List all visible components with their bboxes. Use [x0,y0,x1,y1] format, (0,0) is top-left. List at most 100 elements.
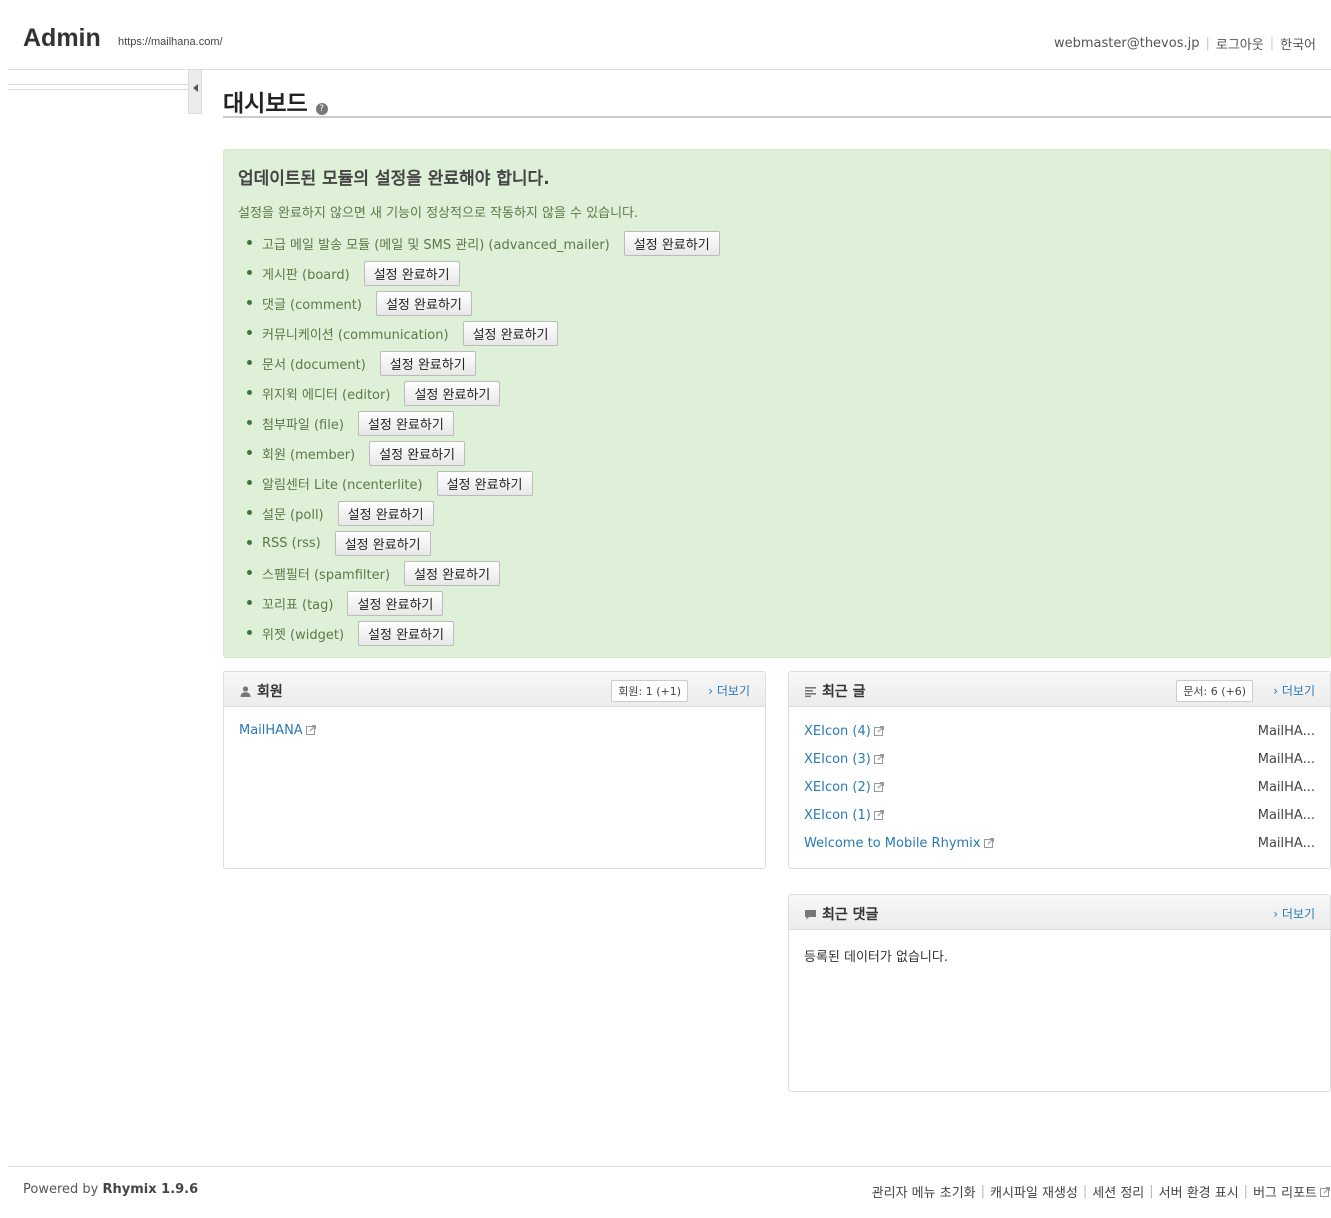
list-item: XEIcon (1) MailHA... [789,801,1330,829]
divider: | [1082,1184,1088,1199]
complete-setup-button[interactable]: 설정 완료하기 [358,620,454,646]
divider: | [1269,36,1275,51]
members-more-link[interactable]: 더보기 [708,682,750,699]
complete-setup-button[interactable]: 설정 완료하기 [375,290,472,316]
collapse-arrow-icon [192,83,198,92]
complete-setup-button[interactable]: 설정 완료하기 [462,320,559,346]
recent-posts-widget-title: 최근 글 [805,681,866,701]
post-author: MailHA... [1257,723,1315,739]
module-name: 커뮤니케이션 (communication) [262,327,449,343]
header-user-menu: webmaster@thevos.jp | 로그아웃 | 한국어 [1054,34,1316,53]
complete-setup-button[interactable]: 설정 완료하기 [357,410,454,436]
module-update-list: 고급 메일 발송 모듈 (메일 및 SMS 관리) (advanced_mail… [238,228,720,648]
recent-posts-widget: 최근 글 문서: 6 (+6) 더보기 XEIcon (4) MailHA...… [788,671,1331,869]
recent-posts-widget-header: 최근 글 문서: 6 (+6) 더보기 [789,672,1330,707]
page-title: 대시보드 [223,91,308,117]
module-name: 설문 (poll) [262,507,324,523]
complete-setup-button[interactable]: 설정 완료하기 [623,230,720,256]
powered-by-prefix: Powered by [23,1182,99,1197]
module-name: 알림센터 Lite (ncenterlite) [262,477,423,493]
module-name: 문서 (document) [262,357,366,373]
recent-comments-widget: 최근 댓글 더보기 등록된 데이터가 없습니다. [788,894,1331,1092]
post-title-link[interactable]: XEIcon (3) [804,752,871,767]
empty-state-message: 등록된 데이터가 없습니다. [804,950,948,965]
post-title-link[interactable]: XEIcon (2) [804,780,871,795]
external-link-icon [1320,1186,1330,1197]
member-link[interactable]: MailHANA [239,723,303,738]
module-name: 꼬리표 (tag) [262,597,334,613]
module-name: RSS (rss) [262,535,321,551]
powered-by: Powered by Rhymix 1.9.6 [23,1182,198,1197]
footer-links: 관리자 메뉴 초기화 | 캐시파일 재생성 | 세션 정리 | 서버 환경 표시… [872,1182,1330,1201]
regenerate-cache-link[interactable]: 캐시파일 재생성 [990,1182,1078,1201]
site-url-link[interactable]: https://mailhana.com/ [118,36,223,48]
reset-admin-menu-link[interactable]: 관리자 메뉴 초기화 [872,1182,976,1201]
post-title-link[interactable]: XEIcon (1) [804,808,871,823]
complete-setup-button[interactable]: 설정 완료하기 [363,260,460,286]
list-item: XEIcon (4) MailHA... [789,717,1330,745]
comment-icon [805,909,816,919]
rhymix-version-link[interactable]: Rhymix 1.9.6 [103,1182,199,1197]
complete-setup-button[interactable]: 설정 완료하기 [337,500,434,526]
language-selector[interactable]: 한국어 [1280,34,1316,53]
list-item: 커뮤니케이션 (communication) 설정 완료하기 [238,318,720,348]
list-item: 꼬리표 (tag) 설정 완료하기 [238,588,720,618]
list-item: RSS (rss) 설정 완료하기 [238,528,720,558]
module-name: 스팸필터 (spamfilter) [262,567,391,583]
list-item: 위젯 (widget) 설정 완료하기 [238,618,720,648]
user-icon [240,685,251,697]
complete-setup-button[interactable]: 설정 완료하기 [436,470,533,496]
recent-posts-title-text: 최근 글 [822,684,866,700]
external-link-icon [873,809,884,820]
module-update-notice: 업데이트된 모듈의 설정을 완료해야 합니다. 설정을 완료하지 않으면 새 기… [223,149,1331,658]
members-title-text: 회원 [257,684,283,700]
server-env-link[interactable]: 서버 환경 표시 [1159,1182,1239,1201]
complete-setup-button[interactable]: 설정 완료하기 [404,380,501,406]
list-item: 위지윅 에디터 (editor) 설정 완료하기 [238,378,720,408]
recent-posts-more-link[interactable]: 더보기 [1273,682,1315,699]
brand-logo[interactable]: Admin [23,24,101,53]
external-link-icon [873,781,884,792]
update-notice-description: 설정을 완료하지 않으면 새 기능이 정상적으로 작동하지 않을 수 있습니다. [238,206,639,221]
module-name: 위지윅 에디터 (editor) [262,387,391,403]
list-item: 설문 (poll) 설정 완료하기 [238,498,720,528]
user-email-link[interactable]: webmaster@thevos.jp [1054,36,1199,51]
bug-report-link[interactable]: 버그 리포트 [1253,1182,1317,1201]
module-name: 첨부파일 (file) [262,417,344,433]
help-icon[interactable]: ? [315,103,328,115]
list-item: 알림센터 Lite (ncenterlite) 설정 완료하기 [238,468,720,498]
recent-comments-more-link[interactable]: 더보기 [1273,905,1315,922]
external-link-icon [305,725,316,735]
post-title-link[interactable]: Welcome to Mobile Rhymix [804,836,981,851]
list-item: 게시판 (board) 설정 완료하기 [238,258,720,288]
logout-link[interactable]: 로그아웃 [1216,34,1264,53]
clean-sessions-link[interactable]: 세션 정리 [1092,1182,1144,1201]
complete-setup-button[interactable]: 설정 완료하기 [347,590,444,616]
list-item: 첨부파일 (file) 설정 완료하기 [238,408,720,438]
members-widget-title: 회원 [240,681,283,701]
list-item: 고급 메일 발송 모듈 (메일 및 SMS 관리) (advanced_mail… [238,228,720,258]
admin-footer: Powered by Rhymix 1.9.6 관리자 메뉴 초기화 | 캐시파… [8,1166,1331,1218]
module-name: 게시판 (board) [262,267,350,283]
complete-setup-button[interactable]: 설정 완료하기 [404,560,500,586]
list-item: 회원 (member) 설정 완료하기 [238,438,720,468]
list-item: 댓글 (comment) 설정 완료하기 [238,288,720,318]
post-title-link[interactable]: XEIcon (4) [804,724,871,739]
complete-setup-button[interactable]: 설정 완료하기 [379,350,476,376]
post-author: MailHA... [1257,835,1315,851]
divider: | [1243,1184,1249,1199]
sidebar-toggle-button[interactable] [188,70,202,114]
complete-setup-button[interactable]: 설정 완료하기 [369,440,466,466]
module-name: 위젯 (widget) [262,627,345,643]
recent-comments-title-text: 최근 댓글 [822,907,879,923]
post-author: MailHA... [1257,751,1315,767]
list-item: 문서 (document) 설정 완료하기 [238,348,720,378]
complete-setup-button[interactable]: 설정 완료하기 [334,530,431,556]
module-name: 회원 (member) [262,447,356,463]
list-item: 스팸필터 (spamfilter) 설정 완료하기 [238,558,720,588]
post-author: MailHA... [1257,779,1315,795]
members-count-badge: 회원: 1 (+1) [611,680,688,702]
list-item: Welcome to Mobile Rhymix MailHA... [789,829,1330,857]
recent-posts-list: XEIcon (4) MailHA... XEIcon (3) MailHA..… [789,707,1330,857]
divider: | [1205,36,1210,51]
